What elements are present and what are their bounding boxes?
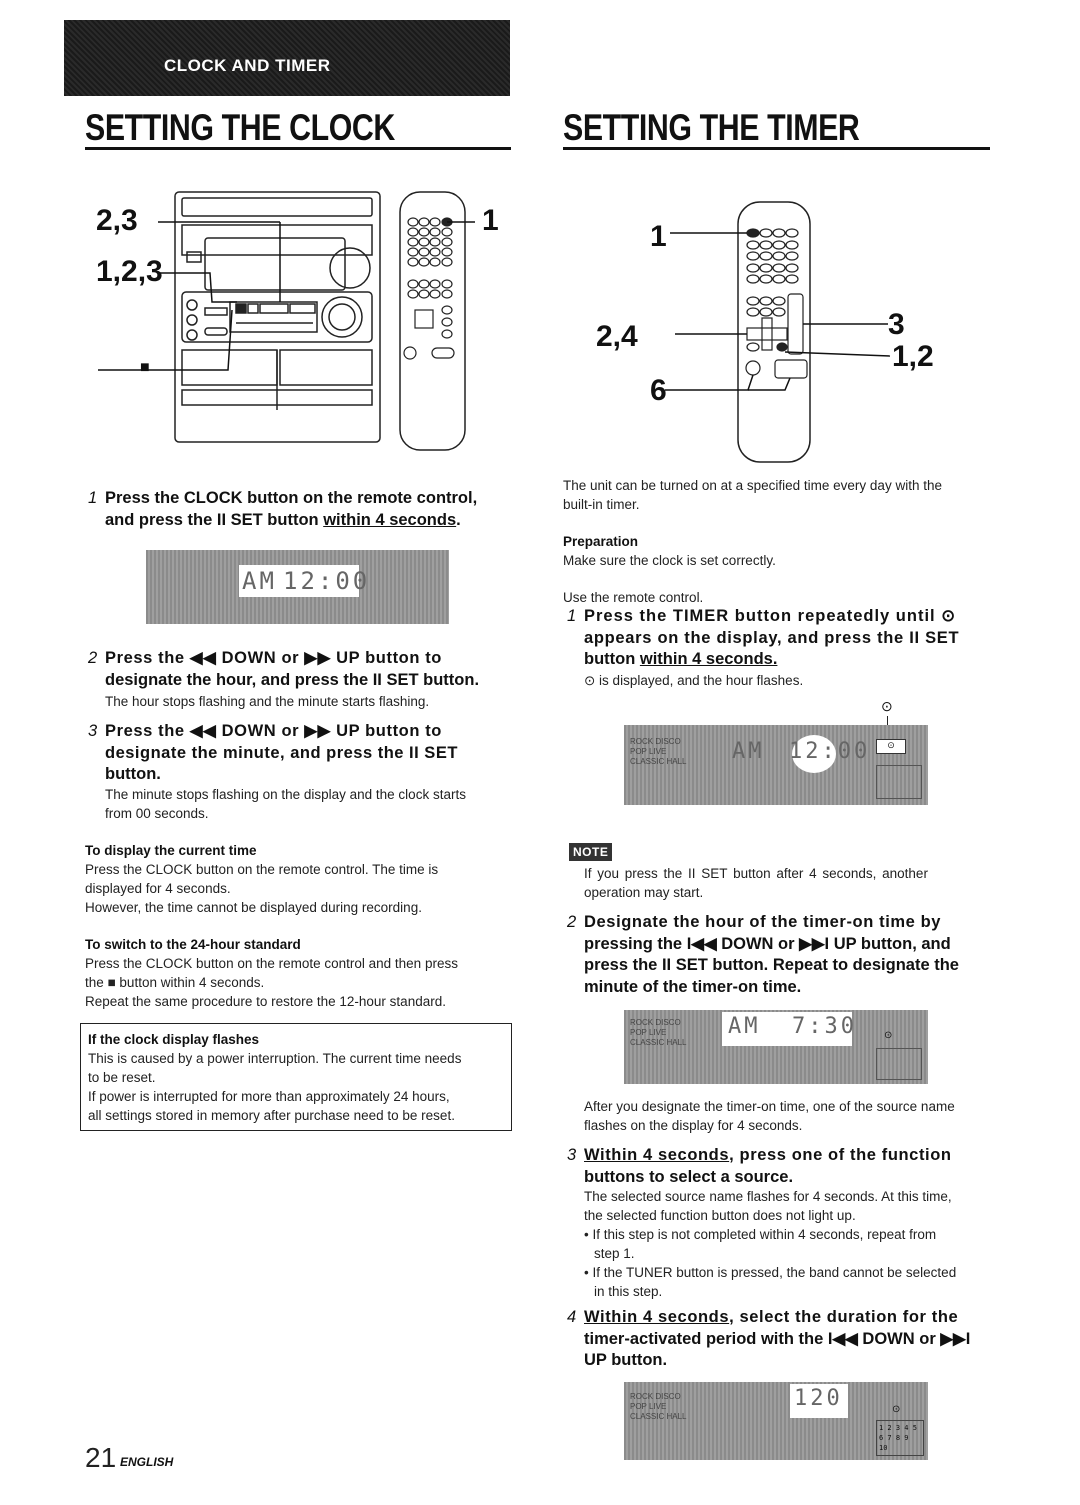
timer-note-text: If you press the II SET button after 4 s… xyxy=(584,866,928,900)
timer-display-on-time: ROCK DISCO POP LIVE CLASSIC HALL AM 7:30… xyxy=(624,1010,928,1084)
timer-title-rule xyxy=(563,147,990,150)
section-banner: CLOCK AND TIMER xyxy=(64,20,510,96)
clock-title-rule xyxy=(85,147,511,150)
timer-fig-label-3: 3 xyxy=(888,308,905,341)
clock-step-3: 3 Press the ◀◀ DOWN or ▶▶ UP button to d… xyxy=(88,722,458,783)
timer-fig-label-6: 6 xyxy=(650,374,667,407)
jog-dial xyxy=(321,296,363,338)
remote-body xyxy=(737,201,811,463)
current-time-heading: To display the current time xyxy=(85,843,257,858)
page-language: ENGLISH xyxy=(120,1455,174,1469)
timer-step-4: 4 Within 4 seconds, select the duration … xyxy=(567,1308,971,1369)
eq-labels: ROCK DISCO POP LIVE CLASSIC HALL xyxy=(630,1018,687,1047)
flash-box-text: This is caused by a power interruption. … xyxy=(88,1051,462,1123)
section-banner-text: CLOCK AND TIMER xyxy=(164,56,331,75)
clock-step-2: 2 Press the ◀◀ DOWN or ▶▶ UP button to d… xyxy=(88,649,480,689)
after-designate-text: After you designate the timer-on time, o… xyxy=(584,1099,955,1133)
hour24-text: Press the CLOCK button on the remote con… xyxy=(85,956,458,1009)
preparation-heading: Preparation xyxy=(563,534,639,549)
clock-step-1: 1 Press the CLOCK button on the remote c… xyxy=(88,489,478,529)
fig-label-2-3: 2,3 xyxy=(96,204,138,237)
use-remote-text: Use the remote control. xyxy=(563,590,704,605)
duration-grid-box xyxy=(876,765,922,799)
timer-step-3-notes: The selected source name flashes for 4 s… xyxy=(584,1189,957,1299)
current-time-text: Press the CLOCK button on the remote con… xyxy=(85,862,439,915)
fig-label-1: 1 xyxy=(482,204,499,237)
clock-display-flashing: AM 12:00 xyxy=(146,550,449,624)
timer-indicator: ⊙ xyxy=(884,1030,893,1041)
note-badge: NOTE xyxy=(569,843,613,861)
timer-indicator: ⊙ xyxy=(892,1404,901,1415)
stop-button-label: ■ xyxy=(140,359,150,376)
timer-step-2: 2 Designate the hour of the timer-on tim… xyxy=(567,913,959,996)
eq-labels: ROCK DISCO POP LIVE CLASSIC HALL xyxy=(630,1392,687,1421)
volume-knob xyxy=(329,247,371,289)
hour24-heading: To switch to the 24-hour standard xyxy=(85,937,301,952)
timer-title: SETTING THE TIMER xyxy=(563,107,860,148)
clock-step-3-note: The minute stops flashing on the display… xyxy=(105,787,466,821)
clock-title: SETTING THE CLOCK xyxy=(85,107,395,148)
timer-step-1: 1 Press the TIMER button repeatedly unti… xyxy=(567,607,960,668)
timer-fig-label-1-2: 1,2 xyxy=(892,340,934,373)
duration-grid-box xyxy=(876,1048,922,1080)
fig-label-1-2-3: 1,2,3 xyxy=(96,255,163,288)
timer-step-1-note: ⊙ is displayed, and the hour flashes. xyxy=(584,673,804,688)
timer-fig-label-1: 1 xyxy=(650,220,667,253)
timer-fig-label-2-4: 2,4 xyxy=(596,320,638,353)
timer-step-3: 3 Within 4 seconds, press one of the fun… xyxy=(567,1146,952,1186)
eq-labels: ROCK DISCO POP LIVE CLASSIC HALL xyxy=(630,737,687,766)
clock-step-2-note: The hour stops flashing and the minute s… xyxy=(105,694,430,709)
timer-clock-icon: ⊙ xyxy=(881,698,893,714)
flash-box-heading: If the clock display flashes xyxy=(88,1032,260,1047)
timer-indicator: ⊙ xyxy=(876,739,906,754)
pause-set-icon: II xyxy=(216,510,227,529)
timer-display-hour-flash: ROCK DISCO POP LIVE CLASSIC HALL AM 12:0… xyxy=(624,725,928,805)
stereo-remote-illustration xyxy=(98,191,475,451)
timer-intro: The unit can be turned on at a specified… xyxy=(563,478,942,512)
page-number: 21 xyxy=(85,1442,117,1473)
duration-grid: 1 2 3 4 5 6 7 8 9 10 xyxy=(876,1420,924,1456)
preparation-text: Make sure the clock is set correctly. xyxy=(563,553,776,568)
timer-display-duration: ROCK DISCO POP LIVE CLASSIC HALL 120 ⊙ 1… xyxy=(624,1382,928,1460)
